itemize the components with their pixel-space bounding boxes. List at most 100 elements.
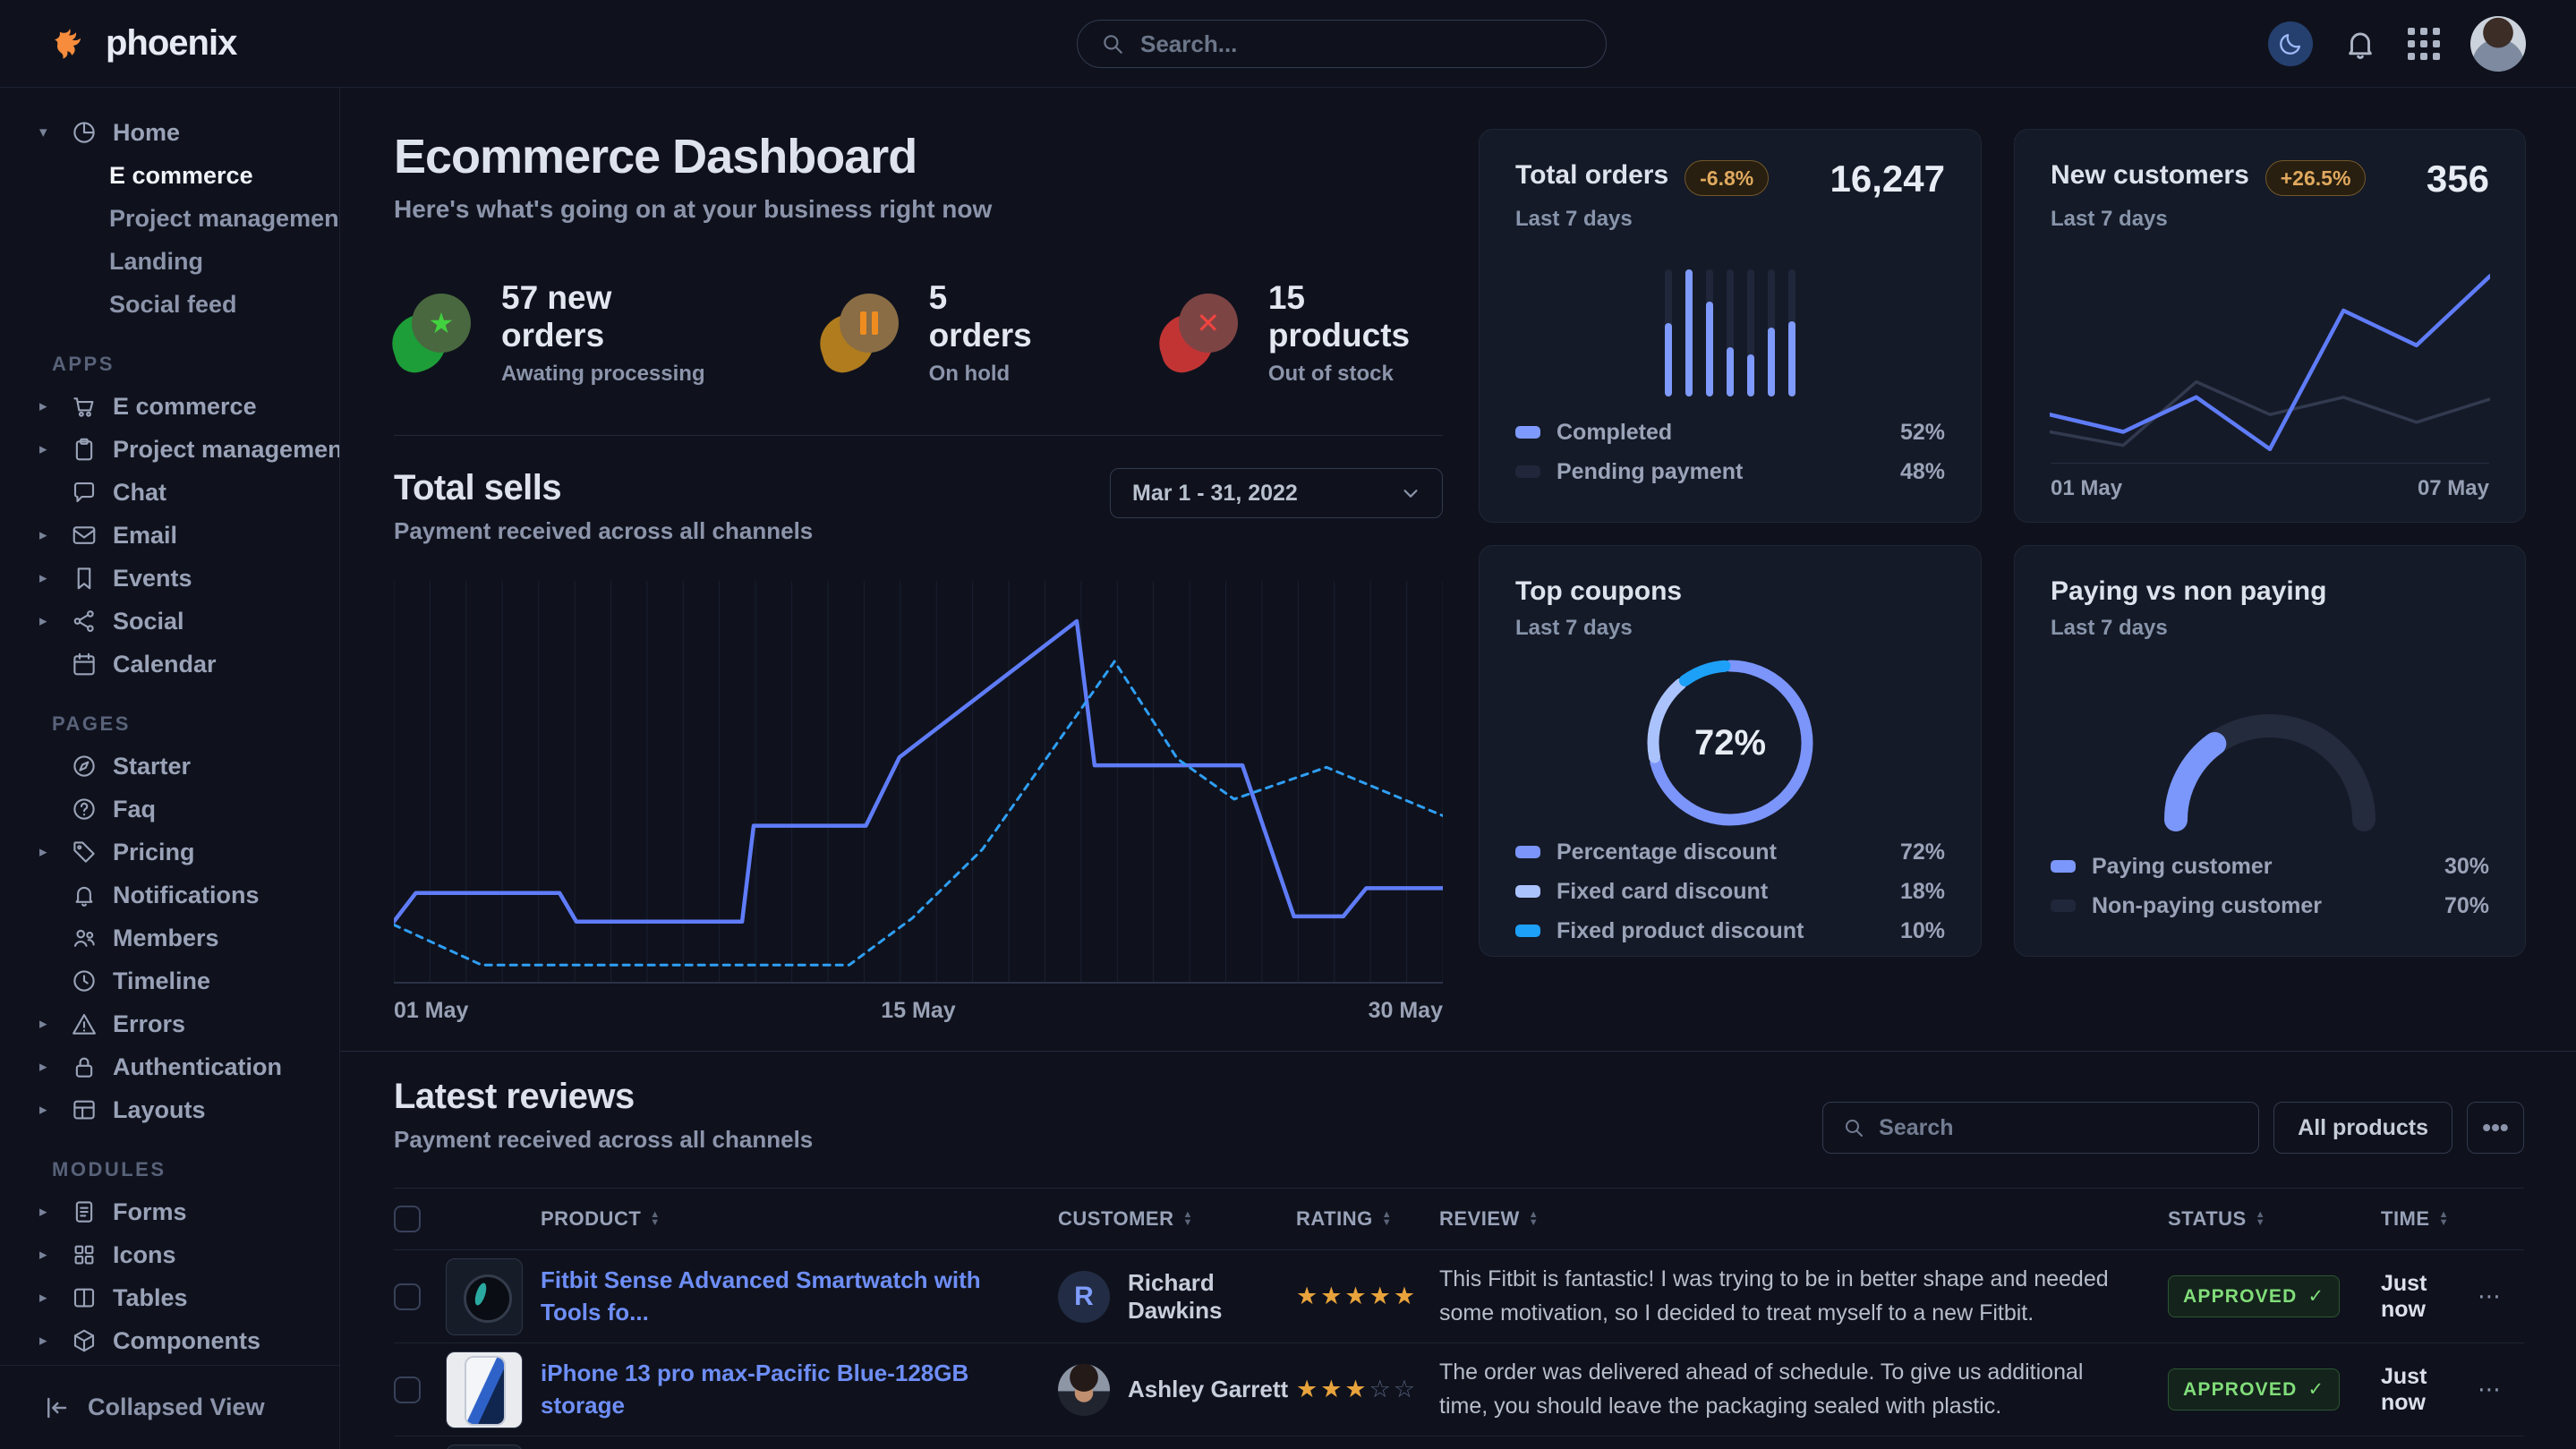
- sort-icon[interactable]: ▲▼: [2439, 1211, 2449, 1227]
- product-thumbnail-smartwatch[interactable]: [446, 1258, 523, 1335]
- sidebar-subitem-social-feed[interactable]: Social feed: [39, 283, 321, 326]
- select-all-checkbox[interactable]: [394, 1206, 421, 1232]
- row-menu-button[interactable]: ⋯: [2478, 1376, 2522, 1403]
- search-input[interactable]: [1140, 30, 1582, 58]
- sidebar-item-project-management[interactable]: ▸ Project management: [39, 428, 321, 471]
- sidebar-subitem-e-commerce[interactable]: E commerce: [39, 154, 321, 197]
- main-content: Ecommerce Dashboard Here's what's going …: [340, 88, 2576, 1449]
- sidebar-item-label: Tables: [113, 1284, 188, 1312]
- global-search[interactable]: [1077, 20, 1607, 68]
- product-thumbnail[interactable]: [446, 1445, 523, 1449]
- legend-swatch: [1515, 925, 1540, 937]
- column-header-product[interactable]: PRODUCT▲▼: [541, 1207, 1058, 1231]
- date-range-select[interactable]: Mar 1 - 31, 2022: [1110, 468, 1443, 518]
- bell-icon[interactable]: [2343, 27, 2377, 61]
- sort-icon[interactable]: ▲▼: [1183, 1211, 1193, 1227]
- sidebar-item-chat[interactable]: Chat: [39, 471, 321, 514]
- legend-swatch: [1515, 885, 1540, 898]
- column-header-rating[interactable]: RATING▲▼: [1296, 1207, 1439, 1231]
- sidebar-item-icons[interactable]: ▸ Icons: [39, 1233, 321, 1276]
- sidebar-item-starter[interactable]: Starter: [39, 745, 321, 788]
- sidebar-item-label: Components: [113, 1327, 260, 1355]
- reviews-search-input[interactable]: [1879, 1115, 2239, 1141]
- sidebar-item-layouts[interactable]: ▸ Layouts: [39, 1088, 321, 1131]
- legend-value: 30%: [2444, 854, 2489, 880]
- product-thumbnail-iphone[interactable]: [446, 1351, 523, 1428]
- column-header-customer[interactable]: CUSTOMER▲▼: [1058, 1207, 1296, 1231]
- sidebar-item-calendar[interactable]: Calendar: [39, 643, 321, 686]
- legend-label: Fixed card discount: [1557, 879, 1768, 905]
- chevron-down-icon: [1401, 483, 1420, 503]
- customer-name: Ashley Garrett: [1128, 1376, 1288, 1403]
- product-link[interactable]: Fitbit Sense Advanced Smartwatch with To…: [541, 1265, 1058, 1327]
- column-header-status[interactable]: STATUS▲▼: [2168, 1207, 2381, 1231]
- sidebar-subitem-landing[interactable]: Landing: [39, 240, 321, 283]
- collapsed-view-button[interactable]: Collapsed View: [0, 1365, 339, 1449]
- sidebar-item-notifications[interactable]: Notifications: [39, 874, 321, 916]
- date-range-value: Mar 1 - 31, 2022: [1132, 481, 1298, 507]
- legend-value: 48%: [1900, 459, 1945, 485]
- card-value: 356: [2427, 160, 2489, 198]
- sort-icon[interactable]: ▲▼: [1529, 1211, 1539, 1227]
- sort-icon[interactable]: ▲▼: [2256, 1211, 2265, 1227]
- legend-label: Paying customer: [2092, 854, 2272, 880]
- sidebar-item-label: Errors: [113, 1010, 185, 1038]
- sidebar-item-label: Timeline: [113, 967, 210, 995]
- latest-reviews-subtitle: Payment received across all channels: [394, 1126, 813, 1154]
- sidebar-item-forms[interactable]: ▸ Forms: [39, 1190, 321, 1233]
- column-header-review[interactable]: REVIEW▲▼: [1439, 1207, 2168, 1231]
- bell-icon: [70, 881, 98, 909]
- table-row-partial: [394, 1436, 2524, 1449]
- sidebar-item-errors[interactable]: ▸ Errors: [39, 1002, 321, 1045]
- sidebar-item-tables[interactable]: ▸ Tables: [39, 1276, 321, 1319]
- row-menu-button[interactable]: ⋯: [2478, 1283, 2522, 1310]
- sidebar-item-e-commerce[interactable]: ▸ E commerce: [39, 385, 321, 428]
- sidebar-item-authentication[interactable]: ▸ Authentication: [39, 1045, 321, 1088]
- legend-swatch: [1515, 465, 1540, 478]
- card-period: Last 7 days: [1515, 616, 1945, 641]
- more-options-button[interactable]: •••: [2467, 1102, 2524, 1154]
- stat-out-of-stock: ✕ 15 products Out of stock: [1161, 279, 1443, 387]
- axis-line: [2051, 463, 2489, 464]
- sidebar-item-social[interactable]: ▸ Social: [39, 600, 321, 643]
- apps-grid-icon[interactable]: [2408, 28, 2440, 60]
- brand-name: phoenix: [106, 23, 236, 64]
- theme-toggle-button[interactable]: [2268, 21, 2313, 66]
- sidebar-item-members[interactable]: Members: [39, 916, 321, 959]
- divider: [394, 435, 1443, 436]
- sort-icon[interactable]: ▲▼: [650, 1211, 660, 1227]
- reviews-search[interactable]: [1822, 1102, 2259, 1154]
- sidebar-item-label: Chat: [113, 479, 166, 507]
- sidebar-item-events[interactable]: ▸ Events: [39, 557, 321, 600]
- column-header-time[interactable]: TIME▲▼: [2381, 1207, 2478, 1231]
- orders-bar-chart: [1665, 269, 1796, 396]
- sort-icon[interactable]: ▲▼: [1382, 1211, 1392, 1227]
- sidebar-item-email[interactable]: ▸ Email: [39, 514, 321, 557]
- sidebar-subitem-project-management[interactable]: Project management: [39, 197, 321, 240]
- chevron-right-icon: ▸: [39, 1203, 55, 1221]
- sidebar-item-label: Notifications: [113, 882, 260, 909]
- user-avatar[interactable]: [2470, 16, 2526, 72]
- stat-on-hold: 5 orders On hold: [822, 279, 1049, 387]
- legend-row-completed: Completed 52%: [1515, 413, 1945, 452]
- product-link[interactable]: iPhone 13 pro max-Pacific Blue-128GB sto…: [541, 1358, 1058, 1420]
- section-divider: [340, 1051, 2576, 1052]
- sidebar-item-pricing[interactable]: ▸ Pricing: [39, 831, 321, 874]
- legend-label: Completed: [1557, 420, 1672, 446]
- chevron-right-icon: ▸: [39, 440, 55, 458]
- customer-avatar: R: [1058, 1271, 1110, 1323]
- sidebar-item-faq[interactable]: Faq: [39, 788, 321, 831]
- sidebar-item-timeline[interactable]: Timeline: [39, 959, 321, 1002]
- order-bar: [1747, 269, 1754, 396]
- x-label: 01 May: [2051, 476, 2122, 501]
- sidebar-item-label: Home: [113, 119, 180, 147]
- legend-value: 10%: [1900, 918, 1945, 944]
- sidebar-item-components[interactable]: ▸ Components: [39, 1319, 321, 1362]
- bookmark-icon: [70, 564, 98, 592]
- sidebar-item-label: Starter: [113, 753, 191, 780]
- row-checkbox[interactable]: [394, 1283, 421, 1310]
- sidebar-item-home[interactable]: ▾ Home: [39, 111, 321, 154]
- brand-logo[interactable]: phoenix: [50, 23, 236, 64]
- row-checkbox[interactable]: [394, 1377, 421, 1403]
- all-products-button[interactable]: All products: [2273, 1102, 2452, 1154]
